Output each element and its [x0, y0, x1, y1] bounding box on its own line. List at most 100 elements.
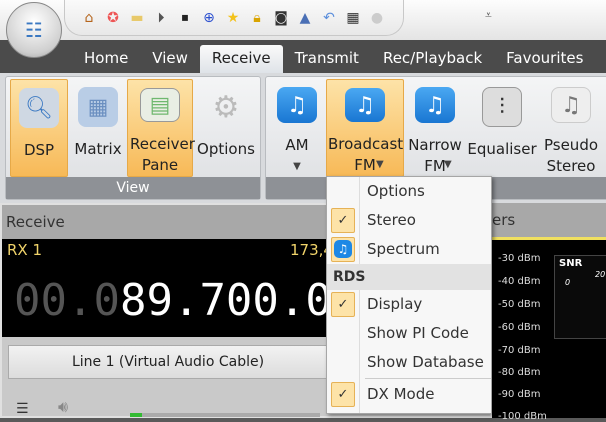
label: DX Mode	[367, 385, 435, 403]
clapper-icon[interactable]: ▦	[343, 8, 363, 28]
label: Options	[197, 140, 255, 158]
levels-icon[interactable]: ☰	[16, 401, 29, 417]
label: Equaliser	[467, 140, 537, 158]
stop-icon[interactable]: ⏹	[175, 8, 195, 28]
label: Receiver Pane	[130, 135, 195, 174]
folder-icon[interactable]: ▬	[127, 8, 147, 28]
label: Options	[367, 182, 425, 200]
app-logo-icon: ☷	[25, 18, 43, 42]
matrix-button[interactable]: ▦ Matrix	[70, 79, 126, 177]
tab-receive[interactable]: Receive	[199, 45, 283, 73]
pane-icon: ▤	[140, 88, 180, 122]
freq-value: 89.700.00	[119, 275, 359, 326]
tick-label: 20	[595, 270, 606, 279]
record-icon[interactable]: ●	[367, 8, 387, 28]
menu-item-display[interactable]: ✓ Display	[327, 290, 491, 319]
grid-icon: ▦	[78, 87, 118, 127]
volume-slider[interactable]	[130, 413, 320, 417]
dropdown-arrow-icon: ▼	[293, 161, 301, 172]
check-icon: ✓	[331, 382, 355, 407]
tab-transmit[interactable]: Transmit	[283, 40, 371, 73]
pseudo-stereo-button[interactable]: ♫ Pseudo Stereo	[538, 79, 604, 177]
play-icon[interactable]: ⏵	[151, 8, 171, 28]
label: Matrix	[74, 140, 122, 158]
equaliser-button[interactable]: ⫶ Equaliser	[466, 79, 538, 177]
scale-label: -100 dBm	[498, 411, 547, 422]
note-icon: ♫	[277, 87, 317, 123]
note-icon: ♫	[415, 87, 455, 123]
label: Show PI Code	[367, 324, 469, 342]
scale-label: -60 dBm	[498, 322, 541, 333]
label: Display	[367, 295, 423, 313]
lock-icon[interactable]: 🔒︎	[247, 8, 267, 28]
label: Spectrum	[367, 240, 440, 258]
view-group: 🔍︎ DSP ▦ Matrix ▤ Receiver Pane ⚙ Options Vi…	[5, 76, 261, 200]
note-icon: ♫	[345, 88, 385, 122]
frequency-readout: 00.089.700.00	[14, 275, 358, 326]
check-icon: ✓	[331, 208, 355, 233]
menu-item-show-pi-code[interactable]: Show PI Code	[327, 319, 491, 348]
rds-header: RDS	[327, 264, 491, 290]
home-icon[interactable]: ⌂	[79, 8, 99, 28]
scale-label: -70 dBm	[498, 345, 541, 356]
customize-qat-button[interactable]: ⩡	[485, 8, 492, 23]
tab-favourites[interactable]: Favourites	[494, 40, 595, 73]
scale-label: -90 dBm	[498, 389, 541, 400]
meters-panel: ers -30 dBm -40 dBm -50 dBm -60 dBm -70 …	[492, 203, 606, 422]
speaker-icon[interactable]: 🔊︎	[58, 397, 68, 417]
scale-label: -30 dBm	[498, 253, 541, 264]
options-button[interactable]: ⚙ Options	[194, 79, 258, 177]
label: Narrow FM	[408, 136, 462, 175]
app-menu-button[interactable]: ☷	[6, 2, 62, 58]
receiver-pane-button[interactable]: ▤ Receiver Pane	[127, 79, 195, 177]
label: Pseudo Stereo	[543, 136, 599, 175]
menu-item-spectrum[interactable]: ♫ Spectrum	[327, 235, 491, 264]
menu-item-options[interactable]: Options	[327, 177, 491, 206]
tab-rec-playback[interactable]: Rec/Playback	[371, 40, 494, 73]
dsp-button[interactable]: 🔍︎ DSP	[10, 79, 68, 177]
check-icon: ✓	[331, 292, 355, 317]
dropdown-arrow-icon[interactable]: ▼	[376, 159, 384, 170]
tick-label: 0	[565, 278, 571, 287]
ribbon-tabs: Home View Receive Transmit Rec/Playback …	[0, 40, 606, 73]
audio-device-button[interactable]: Line 1 (Virtual Audio Cable)	[8, 345, 328, 379]
menu-item-show-database[interactable]: Show Database	[327, 348, 491, 377]
note-icon: ♫	[551, 87, 591, 123]
label: Stereo	[367, 211, 416, 229]
quick-access-toolbar: ☷ ⌂ ✪ ▬ ⏵ ⏹ ⊕ ★ 🔒︎ ◙ ▲ ↶ ▦ ● ⩡	[0, 0, 606, 58]
menu-item-stereo[interactable]: ✓ Stereo	[327, 206, 491, 235]
am-button[interactable]: ♫ AM ▼	[272, 79, 322, 177]
narrow-fm-button[interactable]: ♫ Narrow FM	[406, 79, 464, 177]
broadcast-fm-menu: Options ✓ Stereo ♫ Spectrum RDS ✓ Display S…	[326, 176, 492, 414]
menu-item-dx-mode[interactable]: ✓ DX Mode	[327, 380, 491, 409]
note-icon: ♫	[331, 237, 355, 262]
freq-leading: 00.0	[14, 275, 120, 326]
camera-icon[interactable]: ◙	[271, 8, 291, 28]
user-icon[interactable]: ▲	[295, 8, 315, 28]
gear-icon: ⚙	[212, 89, 240, 125]
label: Broadcast FM	[328, 135, 404, 174]
panel-title: ers	[492, 203, 606, 237]
ribbon: 🔍︎ DSP ▦ Matrix ▤ Receiver Pane ⚙ Options Vi…	[0, 73, 606, 203]
dsp-icon: 🔍︎	[19, 88, 59, 128]
equaliser-icon: ⫶	[482, 87, 522, 127]
scale-label: -80 dBm	[498, 367, 541, 378]
scale-label: -40 dBm	[498, 276, 541, 287]
menu-separator	[365, 378, 491, 379]
add-icon[interactable]: ⊕	[199, 8, 219, 28]
snr-label: SNR	[559, 258, 583, 269]
undo-icon[interactable]: ↶	[319, 8, 339, 28]
label: Show Database	[367, 353, 484, 371]
tab-home[interactable]: Home	[72, 40, 140, 73]
lifebuoy-icon[interactable]: ✪	[103, 8, 123, 28]
group-label: View	[6, 177, 260, 199]
rx-label: RX 1	[7, 241, 43, 259]
label: AM	[285, 136, 309, 154]
broadcast-fm-button[interactable]: ♫ Broadcast FM	[326, 79, 404, 177]
scale-label: -50 dBm	[498, 299, 541, 310]
label: DSP	[23, 141, 55, 159]
star-icon[interactable]: ★	[223, 8, 243, 28]
dropdown-arrow-icon[interactable]: ▼	[444, 159, 452, 170]
snr-meter: SNR 0 20	[554, 255, 606, 339]
tab-view[interactable]: View	[140, 40, 200, 73]
